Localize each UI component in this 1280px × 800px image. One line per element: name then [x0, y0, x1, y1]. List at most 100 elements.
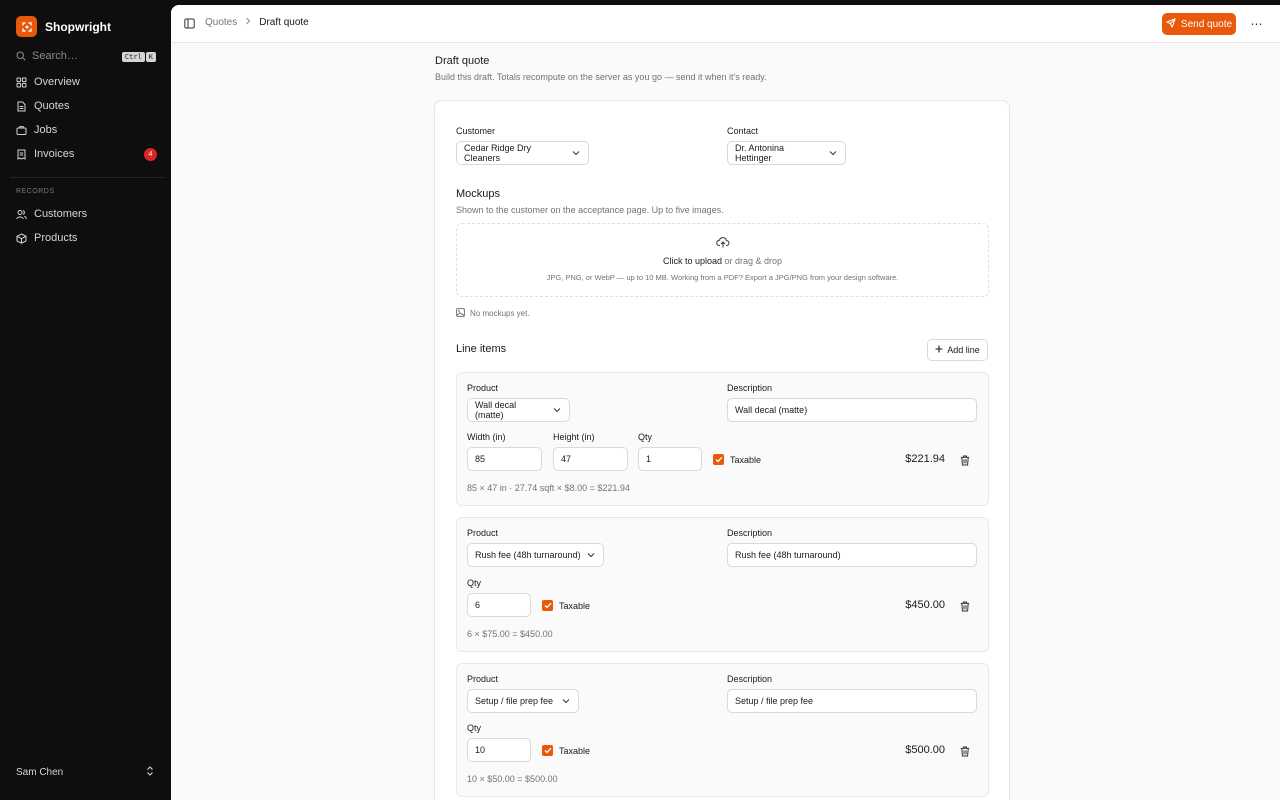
main-content: Quotes Draft quote Send quote ⋯ Draft qu… — [171, 5, 1280, 800]
customer-select[interactable]: Cedar Ridge Dry Cleaners — [456, 141, 589, 165]
sidebar-toggle-icon[interactable] — [184, 17, 195, 32]
contact-select[interactable]: Dr. Antonina Hettinger — [727, 141, 846, 165]
chevron-down-icon — [587, 550, 595, 560]
cloud-upload-icon — [716, 236, 730, 251]
mockup-upload-dropzone[interactable]: Click to upload or drag & drop JPG, PNG,… — [456, 223, 989, 297]
description-input[interactable]: Setup / file prep fee — [727, 689, 977, 713]
more-options-button[interactable]: ⋯ — [1246, 13, 1268, 35]
sidebar-item-label: Jobs — [34, 124, 58, 136]
add-line-button[interactable]: Add line — [927, 339, 988, 361]
page-subtitle: Build this draft. Totals recompute on th… — [435, 72, 767, 82]
taxable-label: Taxable — [559, 745, 591, 756]
main-nav: Overview Quotes Jobs Invoices 4 — [10, 70, 165, 166]
line-calculation: 85 × 47 in · 27.74 sqft × $8.00 = $221.9… — [467, 483, 630, 493]
search-placeholder: Search… — [32, 50, 78, 62]
search-input[interactable]: Search… Ctrl K — [16, 47, 156, 65]
line-item: Product Rush fee (48h turnaround) Descri… — [456, 517, 989, 652]
breadcrumb-current: Draft quote — [259, 17, 309, 28]
user-menu[interactable]: Sam Chen — [16, 766, 154, 779]
chevron-down-icon — [572, 148, 580, 158]
chevron-down-icon — [553, 405, 561, 415]
product-select[interactable]: Rush fee (48h turnaround) — [467, 543, 604, 567]
breadcrumb: Quotes Draft quote — [205, 17, 309, 28]
search-icon — [16, 51, 26, 61]
package-icon — [16, 232, 27, 244]
product-label: Product — [467, 528, 499, 538]
delete-line-trash-icon[interactable] — [960, 454, 970, 469]
taxable-label: Taxable — [559, 600, 591, 611]
qty-label: Qty — [467, 723, 482, 733]
taxable-checkbox[interactable]: Taxable — [542, 745, 590, 756]
line-item: Product Wall decal (matte) Description W… — [456, 372, 989, 506]
sidebar-item-invoices[interactable]: Invoices 4 — [10, 142, 165, 166]
page-title: Draft quote — [435, 55, 490, 67]
sidebar-item-customers[interactable]: Customers — [10, 202, 165, 226]
taxable-checkbox[interactable]: Taxable — [542, 600, 590, 611]
chevron-down-icon — [829, 148, 837, 158]
line-items-title: Line items — [456, 343, 507, 355]
invoices-count-badge: 4 — [144, 148, 157, 161]
no-mockups-note: No mockups yet. — [456, 308, 530, 319]
description-label: Description — [727, 674, 773, 684]
customer-label: Customer — [456, 126, 496, 136]
line-calculation: 6 × $75.00 = $450.00 — [467, 629, 553, 639]
product-value: Wall decal (matte) — [475, 400, 517, 420]
sidebar-item-jobs[interactable]: Jobs — [10, 118, 165, 142]
qty-input[interactable]: 1 — [638, 447, 702, 471]
delete-line-trash-icon[interactable] — [960, 600, 970, 615]
upload-rest-text: or drag & drop — [722, 256, 783, 266]
file-text-icon — [16, 101, 27, 112]
plus-icon — [935, 345, 943, 355]
qty-label: Qty — [638, 432, 653, 442]
send-icon — [1166, 17, 1176, 31]
briefcase-icon — [16, 125, 27, 136]
users-icon — [16, 209, 27, 220]
line-item: Product Setup / file prep fee Descriptio… — [456, 663, 989, 797]
customer-value: Cedar Ridge Dry Cleaners — [464, 143, 532, 163]
layout-grid-icon — [16, 77, 27, 88]
contact-label: Contact — [727, 126, 759, 136]
brand[interactable]: Shopwright — [16, 16, 111, 37]
line-amount: $221.94 — [905, 453, 945, 465]
description-input[interactable]: Rush fee (48h turnaround) — [727, 543, 977, 567]
product-value: Rush fee (48h turnaround) — [475, 550, 581, 560]
click-to-upload-link[interactable]: Click to upload — [663, 256, 722, 266]
taxable-checkbox[interactable]: Taxable — [713, 454, 761, 465]
sidebar-item-label: Overview — [34, 76, 80, 88]
delete-line-trash-icon[interactable] — [960, 745, 970, 760]
upload-instructions: Click to upload or drag & drop — [457, 256, 988, 266]
description-input[interactable]: Wall decal (matte) — [727, 398, 977, 422]
product-label: Product — [467, 383, 499, 393]
description-label: Description — [727, 528, 773, 538]
qty-input[interactable]: 10 — [467, 738, 531, 762]
check-icon — [542, 745, 553, 756]
mockups-subtitle: Shown to the customer on the acceptance … — [456, 205, 724, 215]
sidebar-item-overview[interactable]: Overview — [10, 70, 165, 94]
sidebar-divider — [10, 177, 165, 178]
quote-form-card: Customer Cedar Ridge Dry Cleaners Contac… — [434, 100, 1010, 800]
breadcrumb-quotes-link[interactable]: Quotes — [205, 17, 237, 28]
send-quote-button[interactable]: Send quote — [1162, 13, 1236, 35]
width-input[interactable]: 85 — [467, 447, 542, 471]
height-input[interactable]: 47 — [553, 447, 628, 471]
section-label-records: RECORDS — [16, 188, 55, 195]
brand-logo-icon — [16, 16, 37, 37]
sidebar-item-products[interactable]: Products — [10, 226, 165, 250]
add-line-label: Add line — [947, 345, 980, 355]
product-label: Product — [467, 674, 499, 684]
sidebar-item-quotes[interactable]: Quotes — [10, 94, 165, 118]
product-select[interactable]: Setup / file prep fee — [467, 689, 579, 713]
search-shortcut: Ctrl K — [121, 50, 156, 62]
check-icon — [713, 454, 724, 465]
sidebar-item-label: Products — [34, 232, 78, 244]
qty-input[interactable]: 6 — [467, 593, 531, 617]
check-icon — [542, 600, 553, 611]
product-select[interactable]: Wall decal (matte) — [467, 398, 570, 422]
sidebar-item-label: Invoices — [34, 148, 75, 160]
sidebar-item-label: Quotes — [34, 100, 70, 112]
page-header: Draft quote Build this draft. Totals rec… — [435, 55, 767, 82]
taxable-label: Taxable — [730, 454, 762, 465]
line-amount: $450.00 — [905, 599, 945, 611]
qty-label: Qty — [467, 578, 482, 588]
brand-name: Shopwright — [45, 19, 111, 34]
